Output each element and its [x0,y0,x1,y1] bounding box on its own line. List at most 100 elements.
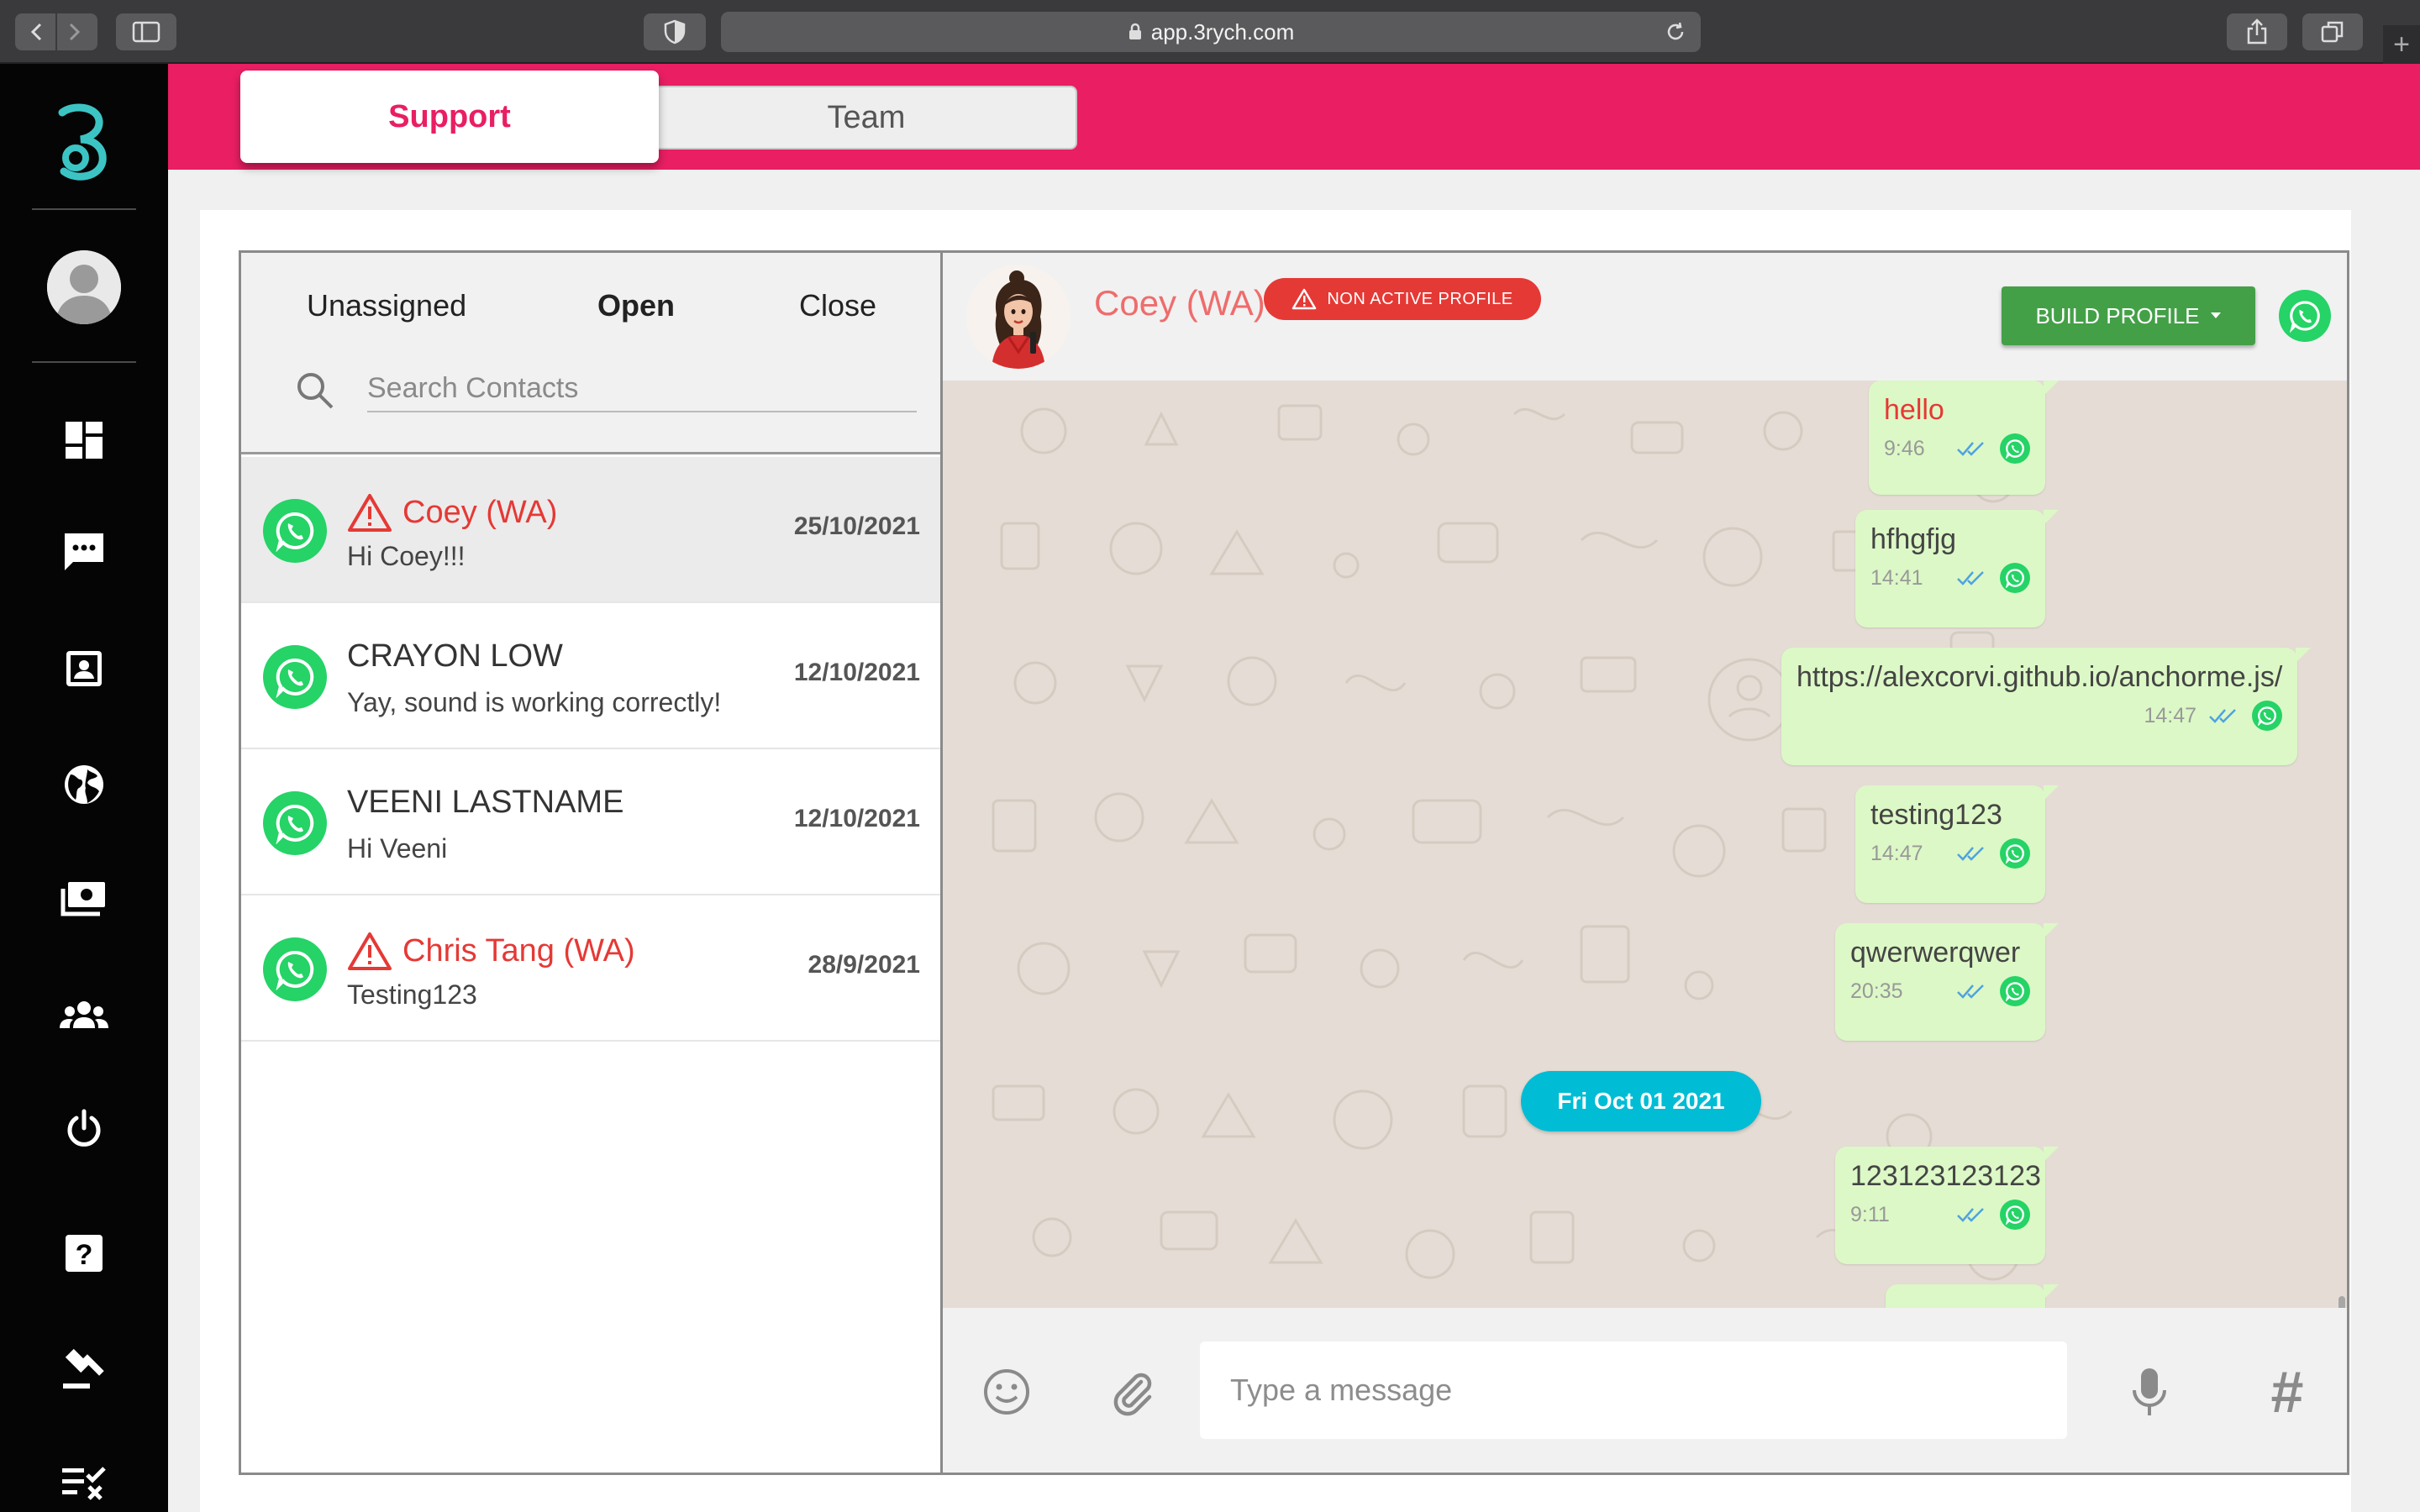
emoji-button[interactable] [973,1358,1040,1425]
double-check-icon [1957,984,1984,999]
contact-date: 28/9/2021 [808,951,920,979]
message-bubble[interactable]: hfhgfjg 14:41 [1855,510,2059,627]
new-tab-button[interactable]: + [2383,25,2420,64]
whatsapp-icon [2289,301,2320,333]
microphone-icon [2133,1368,2166,1415]
message-bubble[interactable]: testing123 14:47 [1855,785,2059,903]
contact-name: CRAYON LOW [347,638,563,675]
power-icon [67,1109,101,1147]
warning-icon [348,494,392,532]
message-meta: 14:41 [1870,556,2030,600]
sidebar-icon [132,21,160,43]
nav-dashboard[interactable] [54,410,114,470]
contact-last-message: Testing123 [347,979,477,1010]
build-profile-button[interactable]: BUILD PROFILE [2002,286,2255,345]
url-text: app.3rych.com [1150,18,1295,45]
double-check-icon [2209,709,2236,723]
message-time: 14:47 [1870,841,1923,865]
chat-scrollbar[interactable] [2338,1296,2345,1308]
nav-globe[interactable] [54,754,114,815]
chat-icon [65,533,103,570]
message-meta: 9:11 [1850,1193,2030,1236]
tab-unassigned[interactable]: Unassigned [307,288,466,323]
privacy-shield-button[interactable] [644,13,706,50]
3rych-logo[interactable] [47,101,119,185]
message-meta: 14:47 [1797,694,2282,738]
logo-icon [58,103,107,181]
back-forward-buttons[interactable] [15,13,97,50]
chat-messages-area[interactable]: hello 9:46 hfhgfjg 14:41 https://alexcor… [943,381,2347,1308]
nav-billing[interactable] [54,869,114,929]
message-time: 20:35 [1850,979,1903,1003]
message-bubble[interactable]: 123123123123 9:11 [1835,1147,2059,1264]
nav-contacts[interactable] [54,638,114,699]
nav-team[interactable] [54,984,114,1045]
contacts-panel: Unassigned Open Close Coey (WA) Hi Coey!… [239,250,943,1475]
whatsapp-icon [2000,838,2030,869]
message-time: 14:41 [1870,565,1923,590]
avatar-illustration-icon [966,265,1071,369]
whatsapp-channel-button[interactable] [2279,290,2331,342]
user-silhouette-icon [47,250,121,324]
contact-row[interactable]: Coey (WA) Hi Coey!!! 25/10/2021 [241,457,940,603]
search-contacts-input[interactable] [367,365,917,412]
message-text: testing123 [1870,799,2002,831]
attach-button[interactable] [1099,1358,1166,1425]
contacts-header: Unassigned Open Close [241,253,940,454]
message-bubble[interactable]: https://alexcorvi.github.io/anchorme.js/… [1781,648,2311,765]
message-bubble[interactable]: qwerwerqwer 20:35 [1835,923,2059,1041]
badge-label: NON ACTIVE PROFILE [1327,289,1513,308]
contact-date: 25/10/2021 [793,512,920,540]
message-bubble[interactable]: hello 9:46 [1869,381,2059,495]
contact-row[interactable]: Chris Tang (WA) Testing123 28/9/2021 [241,895,940,1042]
hashtag-button[interactable]: # [2254,1358,2321,1425]
message-meta: 9:46 [1884,427,2030,470]
gavel-icon [63,1348,104,1389]
tabs-overview-button[interactable] [2302,13,2363,50]
tab-close[interactable]: Close [799,288,876,323]
voice-record-button[interactable] [2116,1358,2183,1425]
chevron-right-icon[interactable] [57,19,91,45]
contact-last-message: Yay, sound is working correctly! [347,687,722,717]
globe-icon [65,765,103,804]
contact-date: 12/10/2021 [793,805,920,832]
emoji-icon [984,1369,1029,1415]
contact-row[interactable]: VEENI LASTNAME Hi Veeni 12/10/2021 [241,749,940,895]
chat-panel: Coey (WA) NON ACTIVE PROFILE BUILD PROFI… [943,250,2349,1475]
share-button[interactable] [2227,13,2287,50]
user-avatar[interactable] [47,250,121,324]
share-icon [2247,18,2267,45]
contact-date: 12/10/2021 [793,659,920,686]
contact-avatar[interactable] [966,265,1071,369]
sidebar-toggle-button[interactable] [116,13,176,50]
nav-tasks[interactable] [54,1452,114,1512]
team-icon [60,1001,108,1028]
contacts-icon [66,651,102,686]
tab-open[interactable]: Open [597,288,675,323]
search-icon [297,373,334,409]
message-text: hfhgfjg [1870,523,1957,555]
reload-icon[interactable] [1664,20,1687,44]
nav-help[interactable]: ? [54,1223,114,1284]
whatsapp-icon [2000,563,2030,593]
address-bar[interactable]: app.3rych.com [721,12,1701,52]
message-bubble-partial[interactable] [1886,1284,2059,1308]
nav-legal[interactable] [54,1337,114,1398]
tab-team[interactable]: Team [655,86,1077,150]
contact-last-message: Hi Coey!!! [347,541,466,571]
chevron-left-icon[interactable] [22,19,55,45]
contact-name-text: Chris Tang (WA) [402,932,635,969]
build-profile-label: BUILD PROFILE [2035,302,2200,328]
chat-header: Coey (WA) NON ACTIVE PROFILE BUILD PROFI… [943,253,2347,381]
dashboard-icon [66,422,103,459]
contact-row[interactable]: CRAYON LOW Yay, sound is working correct… [241,603,940,749]
double-check-icon [1957,571,1984,585]
tab-support[interactable]: Support [240,71,659,163]
whatsapp-icon [2252,701,2282,731]
billing-icon [60,882,105,916]
message-text: 123123123123 [1850,1160,2041,1192]
message-input[interactable] [1200,1341,2067,1439]
warning-icon [1292,288,1317,310]
nav-messages[interactable] [54,522,114,583]
nav-logout[interactable] [54,1099,114,1159]
